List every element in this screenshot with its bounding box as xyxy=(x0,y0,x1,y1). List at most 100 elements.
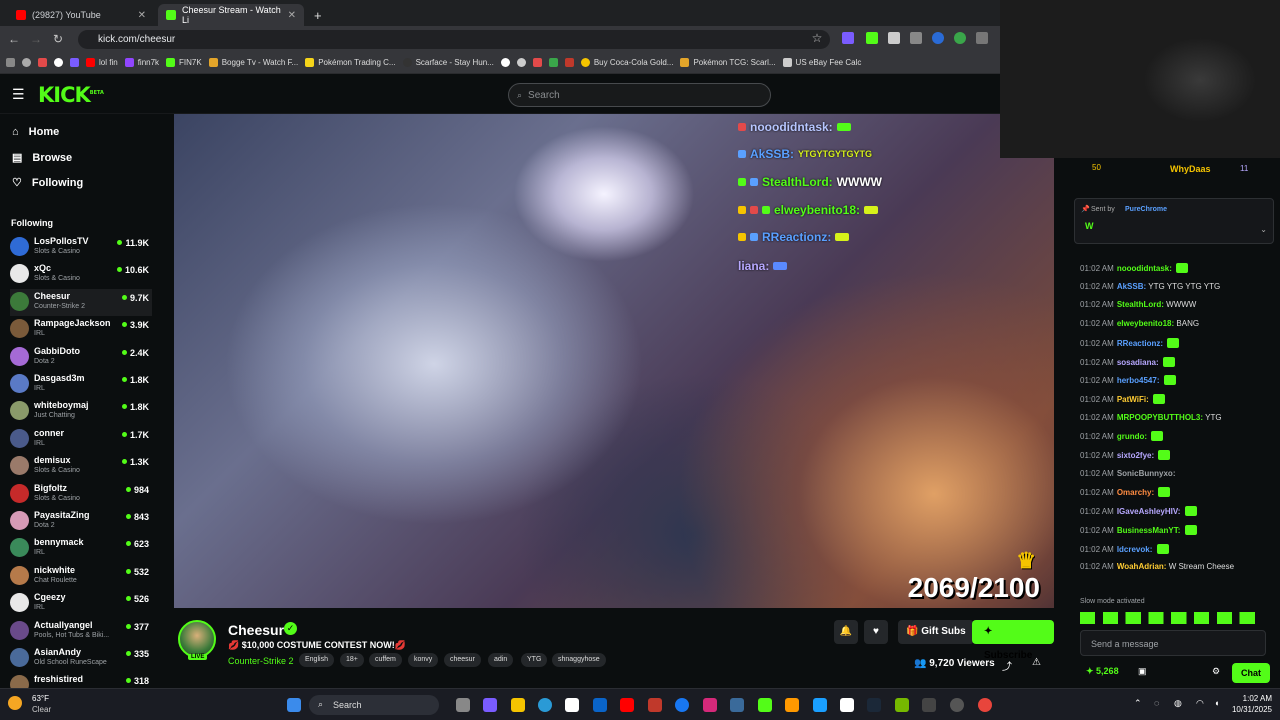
bookmark-icon[interactable] xyxy=(516,58,526,67)
bookmark-pokemon[interactable]: Pokémon Trading C... xyxy=(305,58,396,67)
extension-icon[interactable] xyxy=(842,32,854,44)
chat-message[interactable]: 01:02 AM BusinessManYT: xyxy=(1080,524,1272,536)
bookmark-coca-cola[interactable]: Buy Coca-Cola Gold... xyxy=(580,58,673,67)
windows-start-icon[interactable] xyxy=(287,698,301,712)
following-channel[interactable]: AsianAndy Old School RuneScape 335 xyxy=(10,645,152,672)
bookmark-lol-fin[interactable]: lol fin xyxy=(86,58,118,67)
extension-icon[interactable] xyxy=(866,32,878,44)
chat-message[interactable]: 01:02 AM elweybenito18: BANG xyxy=(1080,319,1272,329)
tag[interactable]: YTG xyxy=(521,653,548,667)
emote-bar[interactable] xyxy=(1080,612,1270,624)
message-user[interactable]: RReactionz: xyxy=(1117,339,1163,348)
tag[interactable]: shnaggyhose xyxy=(552,653,606,667)
nav-home[interactable]: ⌂ Home xyxy=(12,126,59,138)
streamer-avatar[interactable] xyxy=(178,620,216,658)
message-user[interactable]: Omarchy: xyxy=(1117,488,1154,497)
points-display[interactable]: ✦ 5,268 xyxy=(1086,666,1119,677)
nav-following[interactable]: ♡ Following xyxy=(12,176,83,190)
follow-heart-icon[interactable]: ♥ xyxy=(864,620,888,644)
wifi-icon[interactable]: ◠ xyxy=(1196,698,1204,709)
bookmark-icon[interactable] xyxy=(54,58,63,67)
volume-icon[interactable]: ◖ xyxy=(1214,698,1219,708)
following-channel[interactable]: Dasgasd3m IRL 1.8K xyxy=(10,371,152,398)
bookmark-ebay[interactable]: US eBay Fee Calc xyxy=(782,58,861,67)
following-channel[interactable]: demisux Slots & Casino 1.3K xyxy=(10,453,152,480)
following-channel[interactable]: LosPollosTV Slots & Casino 11.9K xyxy=(10,234,152,261)
bookmark-pokemon-tcg[interactable]: Pokémon TCG: Scarl... xyxy=(680,58,776,67)
subscribe-button[interactable]: ✦ Subscribe xyxy=(972,620,1054,661)
clock[interactable]: 1:02 AM 10/31/2025 xyxy=(1226,693,1272,715)
following-channel[interactable]: PayasitaZing Dota 2 843 xyxy=(10,508,152,535)
message-user[interactable]: SonicBunnyxo: xyxy=(1117,469,1176,478)
steam-icon[interactable] xyxy=(867,698,881,712)
extension-icon[interactable] xyxy=(932,32,944,44)
bookmark-icon[interactable] xyxy=(532,58,542,67)
following-channel[interactable]: RampageJackson IRL 3.9K xyxy=(10,316,152,343)
bookmark-icon[interactable] xyxy=(22,58,31,67)
bookmark-icon[interactable] xyxy=(548,58,558,67)
app-icon[interactable] xyxy=(813,698,827,712)
following-channel[interactable]: xQc Slots & Casino 10.6K xyxy=(10,261,152,288)
file-explorer-icon[interactable] xyxy=(511,698,525,712)
outlook-icon[interactable] xyxy=(593,698,607,712)
chat-message[interactable]: 01:02 AM StealthLord: WWWW xyxy=(1080,300,1272,310)
message-user[interactable]: WoahAdrian: xyxy=(1117,562,1167,571)
message-user[interactable]: grundo: xyxy=(1117,432,1147,441)
video-player[interactable]: nooodidntask: AkSSB: YTGYTGYTGYTG Stealth… xyxy=(174,114,1054,608)
microphone-icon[interactable]: ◍ xyxy=(1174,698,1182,709)
chat-message[interactable]: 01:02 AM AkSSB: YTG YTG YTG YTG xyxy=(1080,282,1272,292)
chat-send-button[interactable]: Chat xyxy=(1232,663,1270,683)
following-channel[interactable]: Bigfoltz Slots & Casino 984 xyxy=(10,481,152,508)
following-channel[interactable]: Cheesur Counter-Strike 2 9.7K xyxy=(10,288,152,316)
message-user[interactable]: StealthLord: xyxy=(1117,300,1164,309)
tab-kick[interactable]: Cheesur Stream - Watch Li ✕ xyxy=(158,4,304,26)
top-gifter[interactable]: WhyDaas xyxy=(1170,164,1211,174)
following-channel[interactable]: GabbiDoto Dota 2 2.4K xyxy=(10,344,152,371)
chat-input[interactable]: Send a message xyxy=(1080,630,1266,656)
following-channel[interactable]: Cgeezy IRL 526 xyxy=(10,590,152,617)
amazon-icon[interactable] xyxy=(785,698,799,712)
message-user[interactable]: nooodidntask: xyxy=(1117,264,1172,273)
following-channel[interactable]: conner IRL 1.7K xyxy=(10,426,152,453)
trophy-icon[interactable]: ▣ xyxy=(1138,666,1147,677)
message-user[interactable]: AkSSB: xyxy=(1117,282,1146,291)
message-user[interactable]: sixto2fye: xyxy=(1117,451,1154,460)
close-icon[interactable]: ✕ xyxy=(138,10,146,21)
kick-app-icon[interactable] xyxy=(758,698,772,712)
message-user[interactable]: herbo4547: xyxy=(1117,376,1160,385)
chevron-down-icon[interactable]: ⌄ xyxy=(1260,225,1267,234)
message-user[interactable]: MRPOOPYBUTTHOL3: xyxy=(1117,413,1203,422)
back-icon[interactable]: ← xyxy=(3,32,25,46)
bookmark-icon[interactable] xyxy=(564,58,574,67)
new-tab-button[interactable]: + xyxy=(306,4,326,26)
task-view-icon[interactable] xyxy=(456,698,470,712)
search-input[interactable]: ⌕ Search xyxy=(508,83,771,107)
bookmark-scarface[interactable]: Scarface - Stay Hun... xyxy=(402,58,494,67)
tag[interactable]: cheesur xyxy=(444,653,481,667)
message-user[interactable]: elweybenito18: xyxy=(1117,319,1174,328)
chat-message[interactable]: 01:02 AM RReactionz: xyxy=(1080,337,1272,349)
extension-icon[interactable] xyxy=(910,32,922,44)
chat-message[interactable]: 01:02 AM grundo: xyxy=(1080,431,1272,442)
close-icon[interactable]: ✕ xyxy=(288,10,296,21)
bookmark-icon[interactable] xyxy=(38,58,47,67)
bookmark-icon[interactable] xyxy=(500,58,510,67)
nvidia-icon[interactable] xyxy=(895,698,909,712)
extension-icon[interactable] xyxy=(888,32,900,44)
apps-icon[interactable] xyxy=(6,58,15,67)
pinned-message[interactable]: 📌 Sent by PureChrome W ⌄ xyxy=(1074,198,1274,244)
extension-icon[interactable] xyxy=(976,32,988,44)
app-icon[interactable] xyxy=(648,698,662,712)
tag[interactable]: cuffem xyxy=(369,653,402,667)
taskbar-search[interactable]: ⌕ Search xyxy=(309,695,439,715)
facebook-icon[interactable] xyxy=(675,698,689,712)
chat-message[interactable]: 01:02 AM sixto2fye: xyxy=(1080,450,1272,461)
following-channel[interactable]: whiteboymaj Just Chatting 1.8K xyxy=(10,398,152,425)
settings-icon[interactable]: ⚙ xyxy=(1212,666,1220,677)
chat-message[interactable]: 01:02 AM WoahAdrian: W Stream Cheese xyxy=(1080,562,1272,572)
bookmark-fin7k[interactable]: FIN7K xyxy=(166,58,202,67)
following-channel[interactable]: bennymack IRL 623 xyxy=(10,535,152,562)
chat-message[interactable]: 01:02 AM IGaveAshleyHIV: xyxy=(1080,506,1272,517)
stream-category[interactable]: Counter-Strike 2 xyxy=(228,656,294,666)
obs-icon[interactable] xyxy=(950,698,964,712)
